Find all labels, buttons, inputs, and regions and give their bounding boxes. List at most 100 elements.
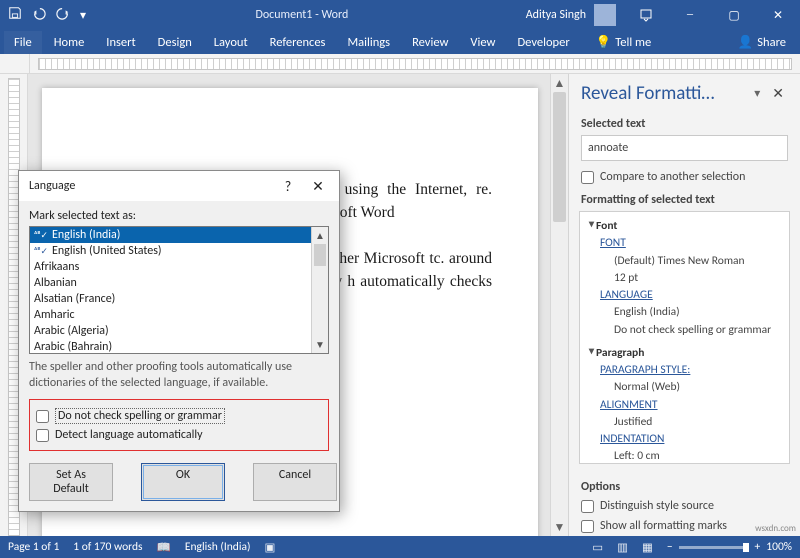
dialog-close-icon[interactable]: ✕	[303, 178, 333, 195]
list-item-label: English (United States)	[52, 244, 162, 258]
status-language[interactable]: English (India)	[185, 540, 251, 554]
share-button[interactable]: 👤 Share	[728, 31, 796, 54]
paragraph-style-link[interactable]: PARAGRAPH STYLE:	[600, 362, 785, 379]
tab-layout[interactable]: Layout	[204, 31, 258, 54]
cancel-button[interactable]: Cancel	[253, 463, 337, 501]
formatting-tree[interactable]: Font FONT (Default) Times New Roman 12 p…	[579, 211, 790, 464]
ruler-corner	[0, 54, 30, 73]
tell-me[interactable]: 💡 Tell me	[586, 31, 662, 54]
list-item[interactable]: Arabic (Bahrain)	[30, 339, 311, 353]
dialog-help-icon[interactable]: ?	[273, 178, 303, 195]
watermark: wsxdn.com	[755, 523, 796, 534]
distinguish-style-label: Distinguish style source	[600, 499, 714, 513]
dialog-title: Language	[29, 179, 273, 193]
macro-icon[interactable]: ▣	[264, 540, 275, 555]
tab-mailings[interactable]: Mailings	[337, 31, 400, 54]
compare-label: Compare to another selection	[600, 170, 745, 184]
scroll-up-icon[interactable]: ▲	[312, 227, 328, 244]
ribbon-options-icon[interactable]	[624, 0, 668, 30]
list-item[interactable]: Arabic (Algeria)	[30, 323, 311, 339]
detect-language-input[interactable]	[36, 429, 49, 442]
scroll-up-icon[interactable]: ▲	[551, 74, 568, 92]
list-item[interactable]: Alsatian (France)	[30, 291, 311, 307]
zoom-slider[interactable]	[679, 546, 749, 549]
spellcheck-icon[interactable]: 📖	[157, 540, 171, 555]
list-item[interactable]: Amharic	[30, 307, 311, 323]
show-marks-input[interactable]	[581, 520, 594, 533]
section-formatting: Formatting of selected text	[569, 187, 800, 209]
redo-icon[interactable]	[56, 6, 70, 24]
indentation-link[interactable]: INDENTATION	[600, 431, 785, 448]
scroll-thumb[interactable]	[314, 244, 326, 266]
compare-checkbox-input[interactable]	[581, 171, 594, 184]
list-item[interactable]: Albanian	[30, 275, 311, 291]
highlighted-options: Do not check spelling or grammar Detect …	[29, 399, 329, 451]
tab-file[interactable]: File	[4, 31, 42, 54]
mark-text-label: Mark selected text as:	[29, 209, 329, 223]
scroll-thumb[interactable]	[553, 92, 566, 222]
view-read-icon[interactable]: ▭	[592, 540, 603, 555]
view-web-icon[interactable]: ▦	[642, 540, 653, 555]
no-spellcheck-checkbox[interactable]: Do not check spelling or grammar	[36, 406, 322, 426]
scroll-down-icon[interactable]: ▼	[551, 518, 568, 536]
paragraph-group[interactable]: Paragraph	[596, 346, 644, 360]
alignment-link[interactable]: ALIGNMENT	[600, 397, 785, 414]
detect-language-checkbox[interactable]: Detect language automatically	[36, 426, 322, 444]
zoom-in-icon[interactable]: +	[755, 540, 761, 554]
maximize-button[interactable]: ▢	[712, 0, 756, 30]
share-label: Share	[757, 35, 786, 50]
bulb-icon: 💡	[596, 35, 612, 50]
scroll-down-icon[interactable]: ▼	[312, 336, 328, 353]
tab-review[interactable]: Review	[402, 31, 458, 54]
tab-developer[interactable]: Developer	[507, 31, 579, 54]
undo-icon[interactable]	[32, 6, 46, 24]
proofing-hint: The speller and other proofing tools aut…	[29, 360, 329, 391]
vertical-scrollbar[interactable]: ▲ ▼	[550, 74, 568, 536]
list-item-label: Arabic (Algeria)	[34, 324, 109, 338]
no-spellcheck-label: Do not check spelling or grammar	[55, 408, 225, 424]
view-print-icon[interactable]: ▥	[617, 540, 628, 555]
compare-checkbox[interactable]: Compare to another selection	[569, 167, 800, 187]
tab-design[interactable]: Design	[148, 31, 202, 54]
selected-text-box[interactable]: annoate	[581, 135, 788, 161]
zoom-level[interactable]: 100%	[766, 540, 792, 554]
list-item[interactable]: ᴬᴮ✓English (United States)	[30, 243, 311, 259]
list-item[interactable]: Afrikaans	[30, 259, 311, 275]
distinguish-style-checkbox[interactable]: Distinguish style source	[569, 496, 800, 516]
tab-home[interactable]: Home	[44, 31, 95, 54]
no-spellcheck-input[interactable]	[36, 410, 49, 423]
list-item[interactable]: ᴬᴮ✓ English (India)	[30, 227, 311, 243]
avatar[interactable]	[594, 4, 616, 26]
pane-menu-icon[interactable]: ▾	[748, 86, 766, 101]
status-page[interactable]: Page 1 of 1	[8, 540, 59, 554]
indent-left-value: Left: 0 cm	[614, 448, 785, 464]
list-item-label: English (India)	[52, 228, 120, 242]
section-options: Options	[569, 474, 800, 496]
set-default-button[interactable]: Set As Default	[29, 463, 113, 501]
font-link[interactable]: FONT	[600, 235, 785, 252]
distinguish-style-input[interactable]	[581, 500, 594, 513]
share-icon: 👤	[738, 35, 754, 50]
language-value: English (India)	[614, 304, 785, 321]
zoom-out-icon[interactable]: −	[667, 540, 673, 554]
close-button[interactable]: ✕	[756, 0, 800, 30]
font-family-value: (Default) Times New Roman	[614, 253, 785, 270]
save-icon[interactable]	[8, 6, 22, 24]
horizontal-ruler[interactable]	[38, 58, 792, 70]
tab-view[interactable]: View	[460, 31, 505, 54]
tell-me-label: Tell me	[615, 35, 651, 50]
ok-button[interactable]: OK	[141, 463, 225, 501]
tab-references[interactable]: References	[260, 31, 336, 54]
tab-insert[interactable]: Insert	[96, 31, 145, 54]
proof-icon: ᴬᴮ✓	[34, 229, 48, 241]
alignment-value: Justified	[614, 414, 785, 431]
listbox-scrollbar[interactable]: ▲ ▼	[311, 227, 328, 353]
show-marks-label: Show all formatting marks	[600, 519, 727, 533]
pane-close-icon[interactable]: ✕	[766, 85, 790, 102]
language-listbox[interactable]: ᴬᴮ✓ English (India) ᴬᴮ✓English (United St…	[29, 226, 329, 354]
minimize-button[interactable]: ─	[668, 0, 712, 30]
status-words[interactable]: 1 of 170 words	[73, 540, 142, 554]
font-size-value: 12 pt	[614, 270, 785, 287]
language-link[interactable]: LANGUAGE	[600, 287, 785, 304]
paragraph-style-value: Normal (Web)	[614, 379, 785, 396]
